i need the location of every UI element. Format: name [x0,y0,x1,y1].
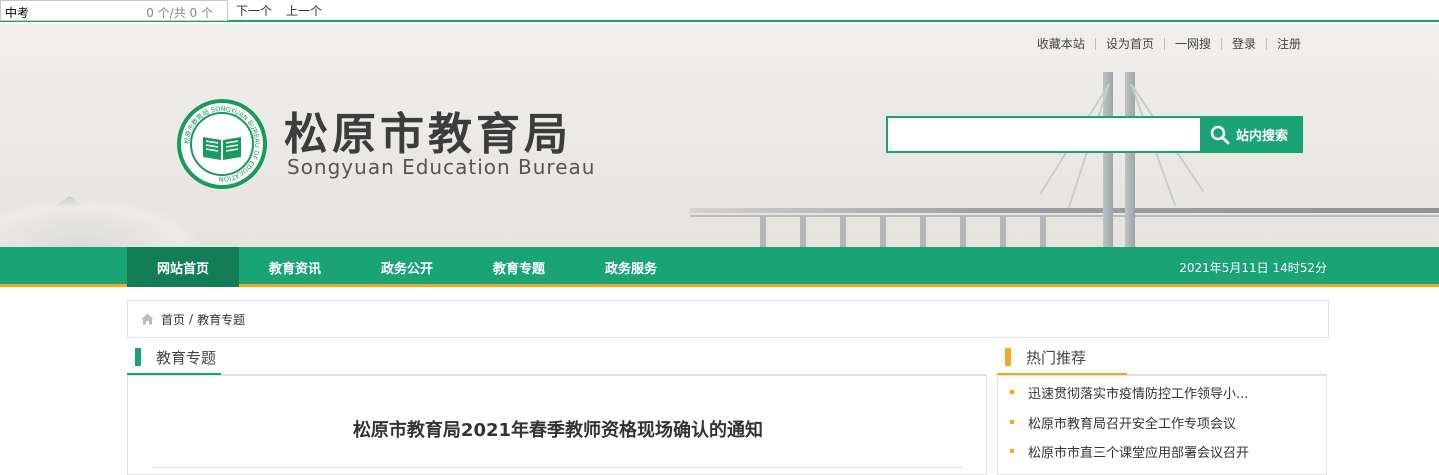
bookmark-site-link[interactable]: 收藏本站 [1027,35,1095,52]
nav-item-government-services[interactable]: 政务服务 [575,247,687,287]
main-section-heading: 教育专题 [135,342,216,372]
breadcrumb-current[interactable]: 教育专题 [197,311,245,328]
site-search-button[interactable]: 站内搜索 [1202,116,1303,153]
one-net-search-link[interactable]: 一网搜 [1165,35,1221,52]
main-section-title: 教育专题 [156,348,217,367]
hot-list: 迅速贯彻落实市疫情防控工作领导小... 松原市教育局召开安全工作专项会议 松原市… [997,375,1327,475]
site-search-button-label: 站内搜索 [1236,129,1289,144]
site-search-input[interactable] [886,116,1202,153]
find-bar: 中考 0 个/共 0 个 下一个 上一个 [0,0,1439,22]
bureau-logo[interactable]: 松原市教育局 SONGYUAN BUREAU OF EDUCATION [177,99,267,189]
register-link[interactable]: 注册 [1267,35,1311,52]
logo-ring-text: 松原市教育局 SONGYUAN BUREAU OF EDUCATION [182,105,261,183]
list-item[interactable]: 松原市教育局召开安全工作专项会议 [1010,412,1236,432]
list-item[interactable]: 迅速贯彻落实市疫情防控工作领导小... [1010,382,1248,402]
find-prev-button[interactable]: 上一个 [286,2,322,19]
find-input[interactable]: 中考 0 个/共 0 个 [0,0,228,21]
breadcrumb: 首页 / 教育专题 [127,300,1329,338]
breadcrumb-home[interactable]: 首页 [161,311,185,328]
find-match-count: 0 个/共 0 个 [146,6,213,20]
hot-section-heading: 热门推荐 [1005,342,1086,372]
set-homepage-link[interactable]: 设为首页 [1096,35,1164,52]
nav-datetime: 2021年5月11日 14时52分 [1179,261,1327,275]
home-icon [141,313,154,325]
breadcrumb-separator: / [189,312,194,326]
list-item[interactable]: 松原市市直三个课堂应用部署会议召开 [1010,441,1249,461]
header-cloud-decoration [0,199,200,247]
hot-section-title: 热门推荐 [1026,348,1087,367]
login-link[interactable]: 登录 [1222,35,1266,52]
search-icon [1210,125,1230,144]
site-header: 收藏本站 设为首页 一网搜 登录 注册 松原市教育局 SONGYUAN BURE… [0,24,1439,247]
nav-item-government-affairs[interactable]: 政务公开 [351,247,463,287]
main-nav: 网站首页 教育资讯 政务公开 教育专题 政务服务 2021年5月11日 14时5… [0,247,1439,287]
nav-item-home[interactable]: 网站首页 [127,247,239,287]
article-title: 松原市教育局2021年春季教师资格现场确认的通知 [352,420,764,441]
article-panel: 松原市教育局2021年春季教师资格现场确认的通知 [127,375,987,475]
nav-item-education-news[interactable]: 教育资讯 [239,247,351,287]
find-query: 中考 [5,6,30,20]
find-next-button[interactable]: 下一个 [236,2,272,19]
svg-text:松原市教育局 SONGYUAN BUREAU OF EDUC: 松原市教育局 SONGYUAN BUREAU OF EDUCATION [182,105,261,183]
site-subtitle: Songyuan Education Bureau [287,155,596,179]
top-links: 收藏本站 设为首页 一网搜 登录 注册 [1027,35,1311,52]
site-title: 松原市教育局 [284,109,572,160]
nav-item-education-topics[interactable]: 教育专题 [463,247,575,287]
